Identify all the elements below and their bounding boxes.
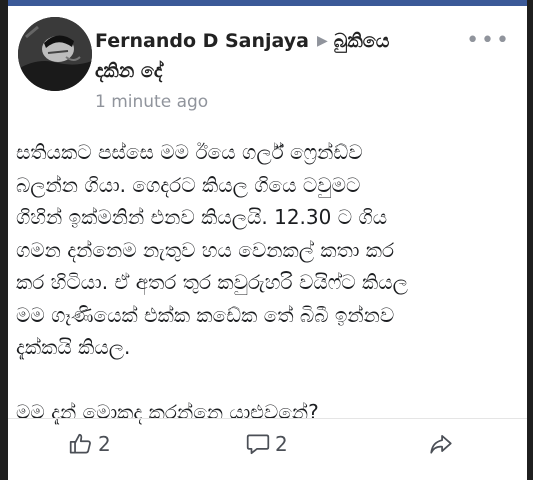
comment-count: 2 bbox=[275, 432, 288, 456]
group-name[interactable]: බුකියෙ bbox=[334, 30, 390, 52]
like-count: 2 bbox=[98, 432, 111, 456]
like-button[interactable]: 2 bbox=[68, 431, 111, 457]
post-timestamp[interactable]: 1 minute ago bbox=[95, 92, 208, 112]
group-name-continued[interactable]: දකින දේ bbox=[95, 60, 162, 82]
action-bar: 2 2 bbox=[8, 419, 527, 480]
more-dots-icon[interactable]: ••• bbox=[466, 30, 511, 52]
arrow-right-icon: ▶ bbox=[316, 33, 328, 49]
post-line: බලන්න ගියා. ගෙදරට කියල ගියෙ ටවුමට bbox=[16, 172, 361, 197]
post-header: Fernando D Sanjaya ▶ බුකියෙ bbox=[95, 28, 389, 54]
author-name[interactable]: Fernando D Sanjaya bbox=[95, 30, 309, 52]
share-icon bbox=[428, 431, 454, 457]
post-line: දැක්කයි කියල. bbox=[16, 335, 131, 359]
post-text: සතියකට පස්සෙ මම ඊයෙ ගර්ල් ෆ්‍රෙන්ඩ්ව බලන… bbox=[16, 136, 526, 428]
avatar[interactable] bbox=[18, 17, 92, 91]
share-button[interactable] bbox=[428, 431, 454, 457]
post-card: Fernando D Sanjaya ▶ බුකියෙ දකින දේ 1 minu… bbox=[0, 0, 533, 480]
post-line: ගිහින් ඉක්මනින් එනව කියලයි. 12.30 ට ගිය bbox=[16, 205, 388, 229]
post-line: මම ගෑණියෙක් එක්ක කඩේක තේ බිබී ඉන්නව bbox=[16, 302, 395, 327]
thumbs-up-icon bbox=[68, 431, 94, 457]
post-line: සතියකට පස්සෙ මම ඊයෙ ගර්ල් ෆ්‍රෙන්ඩ්ව bbox=[16, 140, 363, 164]
comment-icon bbox=[245, 431, 271, 457]
avatar-image bbox=[18, 17, 92, 91]
top-accent-bar bbox=[8, 0, 527, 6]
post-line: කර හිටියා. ඒ අතර තුර කවුරුහරි වයිෆ්ට කිය… bbox=[16, 270, 408, 294]
post-line: ගමන දන්නෙම නැතුව හය වෙනකල් කතා කර bbox=[16, 237, 395, 262]
comment-button[interactable]: 2 bbox=[245, 431, 288, 457]
